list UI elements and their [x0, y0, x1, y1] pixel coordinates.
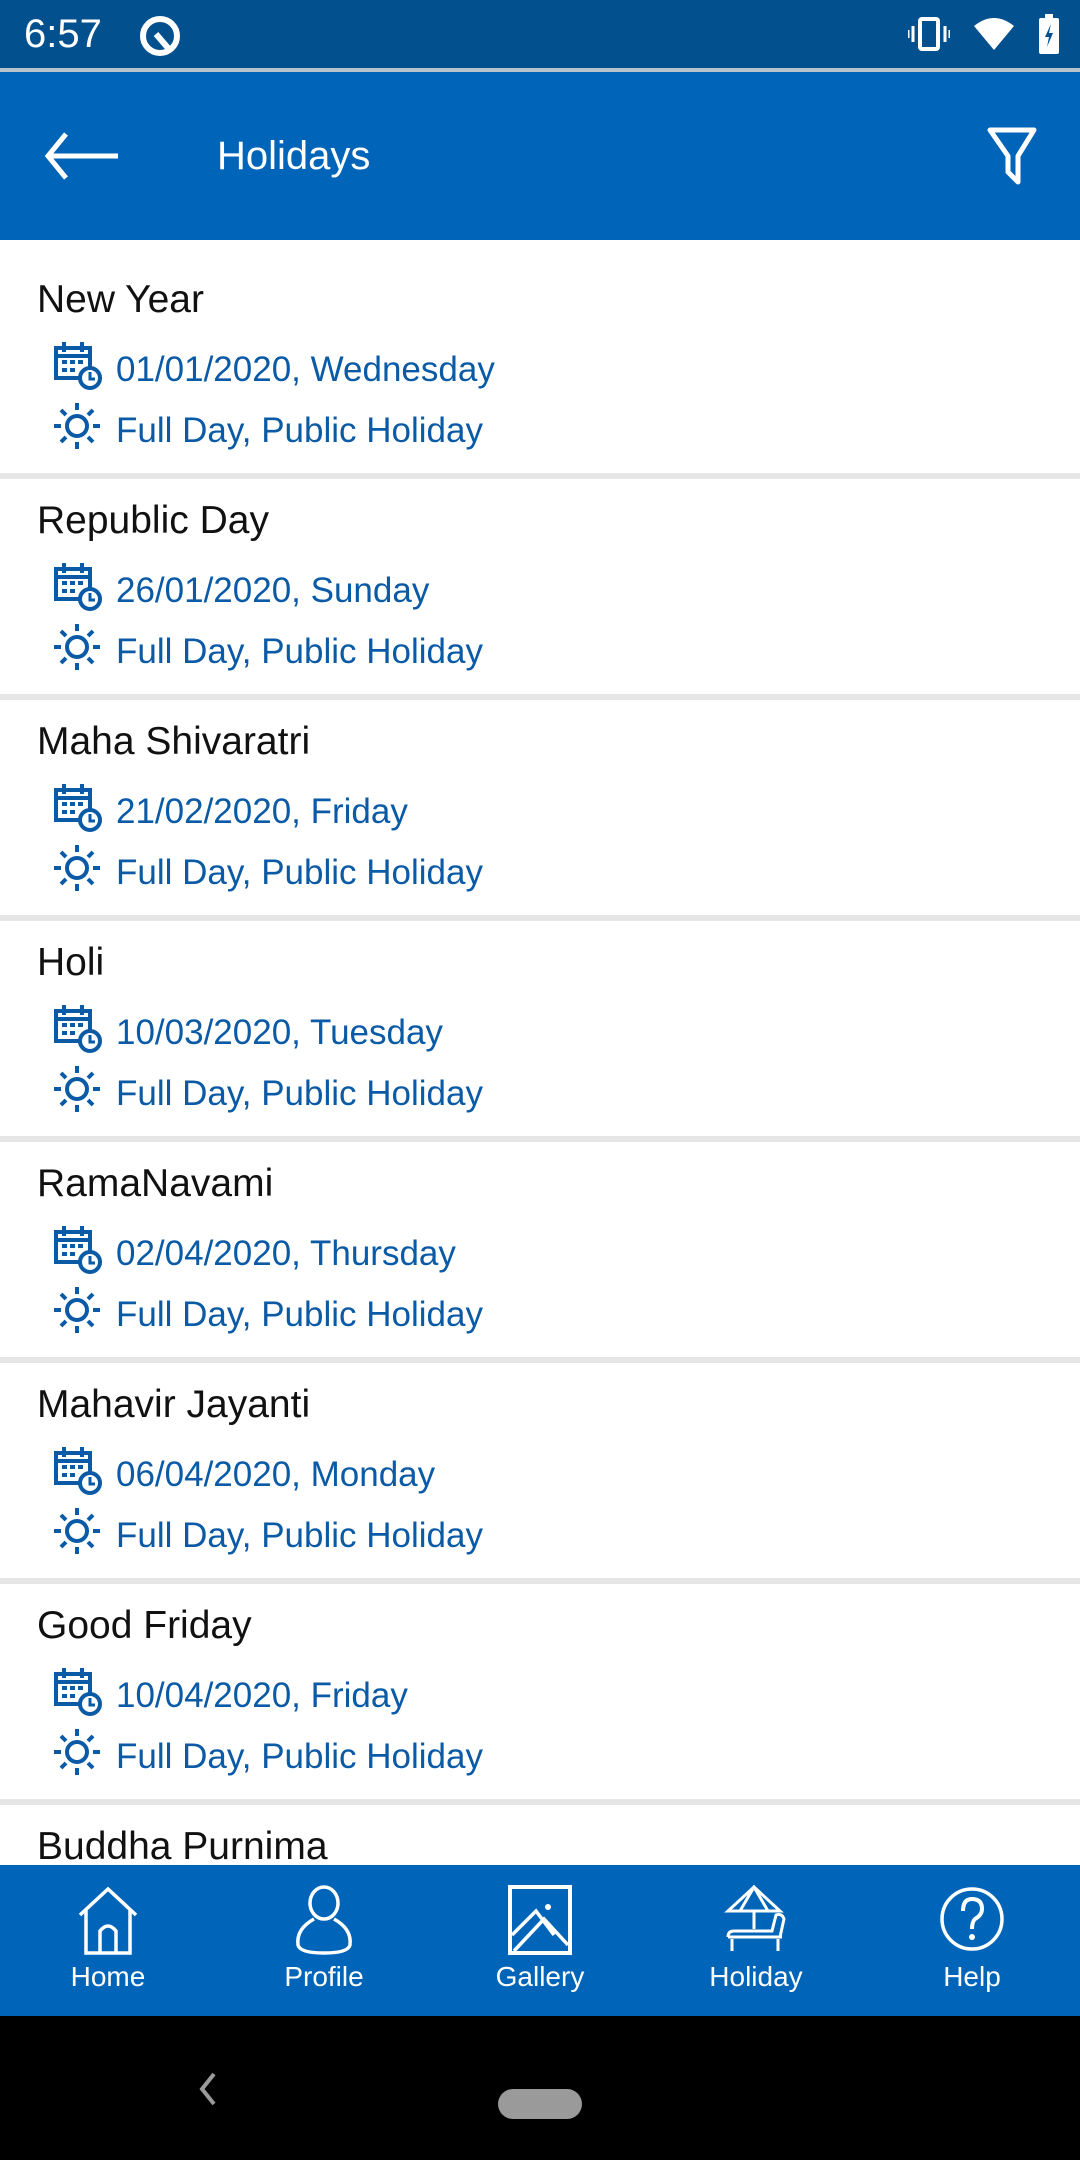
holiday-card[interactable]: New Year 01/01/2020, Wednesday Full Day, P… — [0, 258, 1080, 479]
calendar-clock-icon — [52, 561, 102, 620]
holiday-date: 01/01/2020, Wednesday — [116, 349, 495, 389]
holiday-name: Holi — [37, 941, 105, 984]
filter-icon[interactable] — [986, 126, 1038, 186]
holiday-list[interactable]: New Year 01/01/2020, Wednesday Full Day, P… — [0, 240, 1080, 1865]
sun-icon — [52, 1506, 102, 1565]
holiday-name: Good Friday — [37, 1604, 252, 1647]
nav-label: Holiday — [709, 1961, 803, 1992]
help-icon — [940, 1887, 1004, 1951]
home-icon — [78, 1886, 138, 1955]
holiday-type-row: Full Day, Public Holiday — [52, 401, 483, 460]
nav-label: Home — [70, 1961, 146, 1992]
bottom-nav: Home Profile Gallery Holiday Help — [0, 1865, 1080, 2016]
calendar-clock-icon — [52, 1445, 102, 1504]
holiday-type: Full Day, Public Holiday — [116, 1515, 483, 1555]
holiday-type-row: Full Day, Public Holiday — [52, 1285, 483, 1344]
sun-icon — [52, 622, 102, 681]
profile-icon — [296, 1885, 352, 1955]
holiday-type: Full Day, Public Holiday — [116, 1073, 483, 1113]
holiday-type: Full Day, Public Holiday — [116, 1294, 483, 1334]
app-toolbar: Holidays — [0, 72, 1080, 240]
holiday-name: New Year — [37, 278, 204, 321]
status-bar: 6:57 — [0, 0, 1080, 72]
back-arrow-icon[interactable] — [44, 128, 120, 184]
holiday-type: Full Day, Public Holiday — [116, 631, 483, 671]
nav-item-gallery[interactable]: Gallery — [432, 1865, 648, 2016]
system-back-icon[interactable] — [196, 2072, 218, 2106]
beach-umbrella-icon — [724, 1885, 786, 1951]
holiday-name: Mahavir Jayanti — [37, 1383, 311, 1426]
nav-label: Profile — [284, 1961, 364, 1992]
gallery-icon — [508, 1885, 572, 1955]
holiday-date-row: 10/04/2020, Friday — [52, 1666, 408, 1725]
holiday-type-row: Full Day, Public Holiday — [52, 622, 483, 681]
nav-label: Gallery — [495, 1961, 585, 1992]
sun-icon — [52, 843, 102, 902]
sun-icon — [52, 1064, 102, 1123]
nav-item-profile[interactable]: Profile — [216, 1865, 432, 2016]
holiday-type-row: Full Day, Public Holiday — [52, 843, 483, 902]
holiday-date-row: 26/01/2020, Sunday — [52, 561, 429, 620]
holiday-date: 26/01/2020, Sunday — [116, 570, 430, 610]
calendar-clock-icon — [52, 1666, 102, 1725]
holiday-type-row: Full Day, Public Holiday — [52, 1727, 483, 1786]
nav-item-help[interactable]: Help — [864, 1865, 1080, 2016]
system-nav-bar — [0, 2016, 1080, 2160]
holiday-type: Full Day, Public Holiday — [116, 1736, 483, 1776]
nav-label: Help — [943, 1961, 1001, 1992]
holiday-card[interactable]: Maha Shivaratri 21/02/2020, Friday Full Da… — [0, 700, 1080, 921]
calendar-clock-icon — [52, 340, 102, 399]
sun-icon — [52, 1727, 102, 1786]
holiday-type: Full Day, Public Holiday — [116, 410, 483, 450]
holiday-date: 02/04/2020, Thursday — [116, 1233, 456, 1273]
sun-icon — [52, 401, 102, 460]
holiday-date-row: 01/01/2020, Wednesday — [52, 340, 495, 399]
nav-item-home[interactable]: Home — [0, 1865, 216, 2016]
holiday-date: 10/03/2020, Tuesday — [116, 1012, 443, 1052]
holiday-type: Full Day, Public Holiday — [116, 852, 483, 892]
vibrate-icon — [908, 17, 950, 51]
holiday-date-row: 10/03/2020, Tuesday — [52, 1003, 443, 1062]
holiday-card[interactable]: Republic Day 26/01/2020, Sunday Full Day, … — [0, 479, 1080, 700]
status-time: 6:57 — [24, 12, 102, 56]
holiday-card[interactable]: Buddha Purnima — [0, 1805, 1080, 1865]
holiday-name: RamaNavami — [37, 1162, 274, 1205]
holiday-date-row: 21/02/2020, Friday — [52, 782, 408, 841]
battery-charging-icon — [1039, 14, 1059, 54]
holiday-date-row: 06/04/2020, Monday — [52, 1445, 435, 1504]
holiday-card[interactable]: Holi 10/03/2020, Tuesday Full Day, Public … — [0, 921, 1080, 1142]
holiday-date: 10/04/2020, Friday — [116, 1675, 408, 1715]
nav-item-holiday[interactable]: Holiday — [648, 1865, 864, 2016]
holiday-date: 21/02/2020, Friday — [116, 791, 408, 831]
holiday-card[interactable]: Mahavir Jayanti 06/04/2020, Monday Full Da… — [0, 1363, 1080, 1584]
holiday-name: Maha Shivaratri — [37, 720, 311, 763]
holiday-name: Buddha Purnima — [37, 1825, 328, 1865]
holiday-date-row: 02/04/2020, Thursday — [52, 1224, 456, 1283]
system-home-button[interactable] — [498, 2089, 582, 2119]
holiday-card[interactable]: RamaNavami 02/04/2020, Thursday Full Day, … — [0, 1142, 1080, 1363]
calendar-clock-icon — [52, 782, 102, 841]
sun-icon — [52, 1285, 102, 1344]
calendar-clock-icon — [52, 1224, 102, 1283]
holiday-card[interactable]: Good Friday 10/04/2020, Friday Full Day, P… — [0, 1584, 1080, 1805]
holiday-type-row: Full Day, Public Holiday — [52, 1064, 483, 1123]
holiday-type-row: Full Day, Public Holiday — [52, 1506, 483, 1565]
holiday-date: 06/04/2020, Monday — [116, 1454, 436, 1494]
wifi-icon — [974, 18, 1014, 50]
at-notification-icon — [140, 16, 180, 56]
page-title: Holidays — [217, 134, 371, 178]
calendar-clock-icon — [52, 1003, 102, 1062]
holiday-name: Republic Day — [37, 499, 269, 542]
